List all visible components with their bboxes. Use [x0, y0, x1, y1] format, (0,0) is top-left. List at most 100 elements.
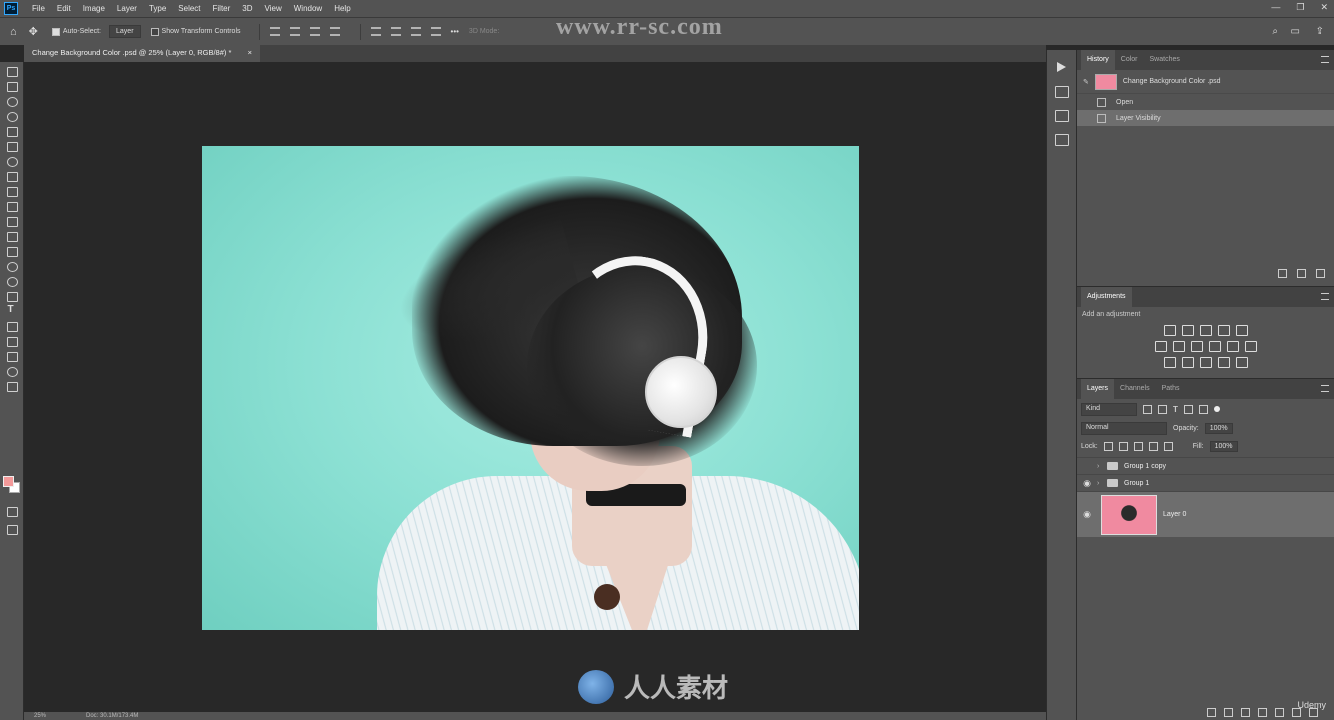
hue-saturation-icon[interactable]	[1155, 341, 1167, 352]
history-snapshot[interactable]: ✎ Change Background Color .psd	[1077, 70, 1334, 94]
history-brush-tool-icon[interactable]	[5, 215, 19, 227]
expand-group-icon[interactable]: ›	[1097, 463, 1107, 470]
layer-row[interactable]: ◉ › Group 1	[1077, 474, 1334, 491]
color-balance-icon[interactable]	[1173, 341, 1185, 352]
auto-select-option[interactable]: Auto-Select:	[51, 27, 101, 36]
layer-row-selected[interactable]: ◉ Layer 0	[1077, 491, 1334, 537]
new-document-from-state-icon[interactable]	[1278, 269, 1287, 278]
screen-mode-icon[interactable]	[5, 523, 19, 535]
layer-style-icon[interactable]	[1224, 708, 1233, 717]
align-top-icon[interactable]	[370, 27, 381, 36]
more-options-icon[interactable]: •••	[451, 27, 459, 36]
panel-menu-icon[interactable]	[1321, 385, 1329, 392]
eye-icon[interactable]: ◉	[1077, 509, 1097, 520]
gradient-map-icon[interactable]	[1218, 357, 1230, 368]
document-size[interactable]: Doc: 30.1M/173.4M	[86, 713, 138, 719]
tab-paths[interactable]: Paths	[1156, 379, 1186, 399]
workspace-icon[interactable]: ▭	[1291, 26, 1300, 37]
brush-settings-icon[interactable]	[1054, 86, 1069, 98]
new-group-icon[interactable]	[1275, 708, 1284, 717]
tab-swatches[interactable]: Swatches	[1144, 50, 1186, 70]
tab-color[interactable]: Color	[1115, 50, 1144, 70]
hand-tool-icon[interactable]	[5, 350, 19, 362]
photo-filter-icon[interactable]	[1209, 341, 1221, 352]
align-center-icon[interactable]	[289, 27, 300, 36]
edit-toolbar-icon[interactable]	[5, 380, 19, 392]
lock-pixels-icon[interactable]	[1118, 441, 1128, 451]
add-mask-icon[interactable]	[1241, 708, 1250, 717]
history-state[interactable]: Layer Visibility	[1077, 110, 1334, 126]
pixel-filter-icon[interactable]	[1143, 404, 1152, 414]
distribute-vertical-icon[interactable]	[430, 27, 441, 36]
menu-edit[interactable]: Edit	[51, 4, 77, 13]
brightness-contrast-icon[interactable]	[1164, 325, 1176, 336]
menu-window[interactable]: Window	[288, 4, 328, 13]
threshold-icon[interactable]	[1200, 357, 1212, 368]
invert-icon[interactable]	[1164, 357, 1176, 368]
lasso-tool-icon[interactable]	[5, 95, 19, 107]
trash-icon[interactable]	[1316, 269, 1325, 278]
tab-channels[interactable]: Channels	[1114, 379, 1156, 399]
link-layers-icon[interactable]	[1207, 708, 1216, 717]
expand-group-icon[interactable]: ›	[1097, 480, 1107, 487]
panel-menu-icon[interactable]	[1321, 56, 1329, 63]
restore-button[interactable]: ❐	[1296, 2, 1304, 13]
auto-select-target-dropdown[interactable]: Layer	[109, 25, 141, 38]
layer-row[interactable]: › Group 1 copy	[1077, 457, 1334, 474]
move-tool-icon[interactable]: ✥	[29, 25, 38, 38]
close-window-button[interactable]: ✕	[1320, 2, 1328, 13]
history-brush-source-icon[interactable]: ✎	[1083, 78, 1089, 86]
menu-image[interactable]: Image	[77, 4, 111, 13]
lock-artboard-icon[interactable]	[1148, 441, 1158, 451]
align-left-icon[interactable]	[269, 27, 280, 36]
healing-brush-tool-icon[interactable]	[5, 170, 19, 182]
menu-type[interactable]: Type	[143, 4, 172, 13]
canvas-area[interactable]	[24, 62, 1034, 712]
search-icon[interactable]: ⌕	[1272, 26, 1278, 37]
libraries-icon[interactable]	[1054, 134, 1069, 146]
tab-adjustments[interactable]: Adjustments	[1081, 287, 1132, 307]
filter-kind-dropdown[interactable]: Kind	[1081, 402, 1137, 416]
move-tool-icon[interactable]	[5, 65, 19, 77]
brush-tool-icon[interactable]	[5, 185, 19, 197]
document-image[interactable]	[202, 146, 859, 630]
panel-menu-icon[interactable]	[1321, 293, 1329, 300]
lock-position-icon[interactable]	[1133, 441, 1143, 451]
curves-icon[interactable]	[1200, 325, 1212, 336]
lock-transparency-icon[interactable]	[1103, 441, 1113, 451]
zoom-tool-icon[interactable]	[5, 365, 19, 377]
color-lookup-icon[interactable]	[1245, 341, 1257, 352]
lock-all-icon[interactable]	[1163, 441, 1173, 451]
quick-mask-icon[interactable]	[5, 505, 19, 517]
clone-stamp-tool-icon[interactable]	[5, 200, 19, 212]
menu-layer[interactable]: Layer	[111, 4, 143, 13]
transform-controls-checkbox[interactable]	[150, 27, 159, 36]
eyedropper-tool-icon[interactable]	[5, 155, 19, 167]
menu-view[interactable]: View	[259, 4, 288, 13]
eraser-tool-icon[interactable]	[5, 230, 19, 242]
opacity-input[interactable]: 100%	[1204, 422, 1233, 434]
share-icon[interactable]: ⇪	[1316, 26, 1324, 37]
pen-tool-icon[interactable]	[5, 290, 19, 302]
channel-mixer-icon[interactable]	[1227, 341, 1239, 352]
minimize-button[interactable]: —	[1271, 2, 1280, 13]
gradient-tool-icon[interactable]	[5, 245, 19, 257]
rectangle-tool-icon[interactable]	[5, 335, 19, 347]
black-white-icon[interactable]	[1191, 341, 1203, 352]
close-tab-icon[interactable]: ×	[248, 48, 252, 59]
quick-select-tool-icon[interactable]	[5, 110, 19, 122]
blend-mode-dropdown[interactable]: Normal	[1081, 421, 1167, 435]
menu-help[interactable]: Help	[328, 4, 356, 13]
foreground-color-swatch[interactable]	[3, 476, 14, 487]
properties-icon[interactable]	[1054, 110, 1069, 122]
adjustment-filter-icon[interactable]	[1158, 404, 1167, 414]
tab-layers[interactable]: Layers	[1081, 379, 1115, 399]
path-selection-tool-icon[interactable]	[5, 320, 19, 332]
tab-history[interactable]: History	[1081, 50, 1115, 70]
type-tool-icon[interactable]	[5, 304, 19, 317]
align-right-icon[interactable]	[309, 27, 320, 36]
posterize-icon[interactable]	[1182, 357, 1194, 368]
transform-controls-option[interactable]: Show Transform Controls	[150, 27, 241, 36]
history-state[interactable]: Open	[1077, 94, 1334, 110]
play-icon[interactable]	[1057, 62, 1066, 72]
